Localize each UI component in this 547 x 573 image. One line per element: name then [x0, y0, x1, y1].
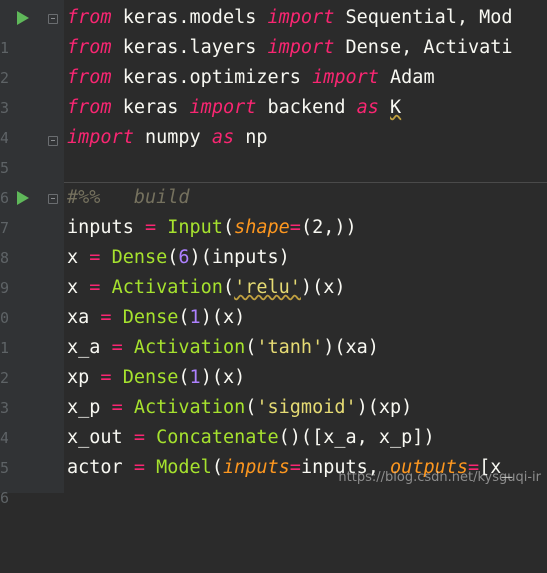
operator: =	[144, 217, 157, 238]
alias-name: K	[390, 97, 402, 118]
operator: =	[89, 277, 101, 298]
code-line-11[interactable]: 1 xa = Dense(1)(x)	[0, 303, 547, 357]
function-call: Concatenate	[156, 427, 279, 448]
variable: x_p	[67, 397, 101, 418]
code-line-1[interactable]: 1 from keras.models import Sequential, M…	[0, 3, 547, 57]
operator: =	[100, 367, 112, 388]
fold-icon[interactable]	[48, 194, 58, 204]
number-literal: 6	[178, 247, 190, 268]
function-call: Dense	[122, 367, 179, 388]
operator: =	[289, 217, 301, 238]
string-literal: 'tanh'	[256, 337, 324, 358]
call-args: ()([x_a, x_p])	[278, 427, 435, 448]
keyword: import	[267, 37, 335, 58]
cell-comment: #%% build	[67, 187, 190, 208]
operator: =	[289, 457, 301, 478]
code-line-12[interactable]: 2 x_a = Activation('tanh')(xa)	[0, 333, 547, 387]
operator: =	[111, 397, 123, 418]
line-number: 6	[0, 489, 8, 507]
arg-value: (2,))	[300, 217, 357, 238]
fold-icon[interactable]	[48, 14, 58, 24]
code-line-13[interactable]: 3 xp = Dense(1)(x)	[0, 363, 547, 417]
code-line-3[interactable]: 3 from keras.optimizers import Adam	[0, 63, 547, 117]
call-args: (xa)	[334, 337, 379, 358]
variable: xp	[67, 367, 90, 388]
module-name: keras.models	[122, 7, 257, 28]
call-args: (xp)	[367, 397, 413, 418]
paren: (	[222, 217, 235, 238]
run-cell-icon[interactable]	[17, 191, 29, 205]
code-line-10[interactable]: 0 x = Activation('relu')(x)	[0, 273, 547, 327]
fold-end-icon[interactable]	[48, 136, 58, 146]
import-name: backend	[267, 97, 346, 118]
alias-name: np	[245, 127, 268, 148]
string-literal: 'relu'	[234, 277, 301, 298]
module-name: keras	[122, 97, 179, 118]
number-literal: 1	[189, 367, 201, 388]
module-name: keras.layers	[122, 37, 257, 58]
code-line-9[interactable]: 9 x = Dense(6)(inputs)	[0, 243, 547, 297]
call-args: (inputs)	[200, 247, 290, 268]
function-call: Activation	[111, 277, 223, 298]
operator: =	[133, 457, 145, 478]
watermark: https://blog.csdn.net/kysguqi-ir	[338, 470, 541, 485]
keyword-arg: inputs	[222, 457, 290, 478]
run-cell-icon[interactable]	[17, 11, 29, 25]
code-line-6[interactable]: 6	[0, 153, 547, 207]
code-line-4[interactable]: 4 from keras import backend as K	[0, 93, 547, 147]
code-editor[interactable]: 1 from keras.models import Sequential, M…	[0, 0, 547, 507]
import-names: Adam	[390, 67, 435, 88]
keyword: as	[356, 97, 379, 118]
operator: =	[89, 247, 101, 268]
variable: x_out	[67, 427, 123, 448]
operator: =	[133, 427, 145, 448]
code-line-2[interactable]: 2 from keras.layers import Dense, Activa…	[0, 33, 547, 87]
variable: x_a	[67, 337, 101, 358]
operator: =	[100, 307, 112, 328]
operator: =	[111, 337, 123, 358]
keyword: import	[312, 67, 379, 88]
code-line-8[interactable]: 8 inputs = Input(shape=(2,))	[0, 213, 547, 267]
keyword: from	[67, 37, 112, 58]
code-line-5[interactable]: 5 import numpy as np	[0, 123, 547, 177]
variable: actor	[67, 457, 123, 478]
import-name: numpy	[144, 127, 201, 148]
keyword: import	[67, 127, 134, 148]
paren: (	[211, 457, 223, 478]
call-args: (x)	[211, 367, 246, 388]
function-call: Model	[156, 457, 212, 478]
code-line-7[interactable]: 7 #%% build	[0, 183, 547, 237]
function-call: Dense	[122, 307, 179, 328]
import-names: Sequential, Mod	[345, 7, 513, 28]
number-literal: 1	[189, 307, 201, 328]
function-call: Input	[167, 217, 223, 238]
call-args: (x)	[211, 307, 246, 328]
code-line-14[interactable]: 4 x_p = Activation('sigmoid')(xp)	[0, 393, 547, 447]
keyword: from	[67, 67, 112, 88]
keyword: import	[267, 7, 335, 28]
function-call: Activation	[133, 337, 246, 358]
call-args: (x)	[312, 277, 346, 298]
import-names: Dense, Activati	[345, 37, 513, 58]
function-call: Dense	[111, 247, 168, 268]
function-call: Activation	[133, 397, 246, 418]
variable: xa	[67, 307, 90, 328]
keyword-arg: shape	[234, 217, 290, 238]
keyword: as	[211, 127, 235, 148]
variable: x	[67, 277, 79, 298]
string-literal: 'sigmoid'	[256, 397, 357, 418]
keyword: import	[189, 97, 257, 118]
keyword: from	[67, 7, 112, 28]
variable: inputs	[67, 217, 134, 238]
keyword: from	[67, 97, 112, 118]
variable: x	[67, 247, 79, 268]
code-line-15[interactable]: 5 x_out = Concatenate()([x_a, x_p])	[0, 423, 547, 477]
module-name: keras.optimizers	[122, 67, 301, 88]
